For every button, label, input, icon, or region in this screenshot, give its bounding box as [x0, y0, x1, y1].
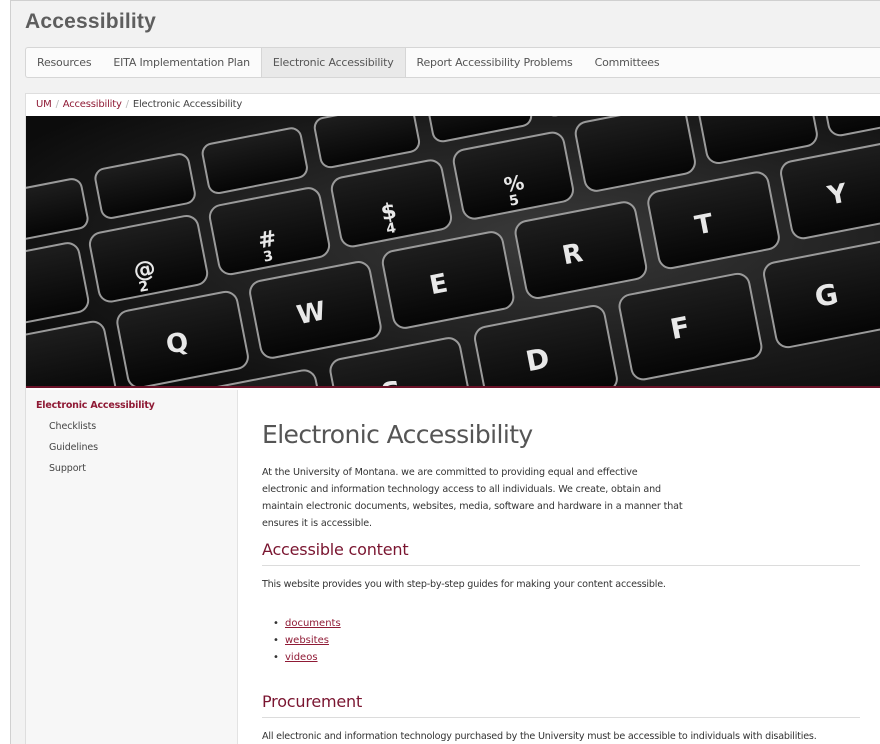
nav-item-eita-implementation-plan[interactable]: EITA Implementation Plan	[102, 48, 261, 77]
intro-line: electronic and information technology ac…	[262, 484, 661, 495]
browser-page: Accessibility Resources EITA Implementat…	[10, 0, 880, 744]
breadcrumb: UM / Accessibility / Electronic Accessibilit…	[36, 99, 242, 110]
sidebar: Electronic Accessibility Checklists Guid…	[26, 390, 238, 744]
bullet-icon: •	[273, 652, 279, 663]
site-title[interactable]: Accessibility	[25, 10, 156, 34]
intro-line: ensures it is accessible.	[262, 518, 372, 529]
bullet-icon: •	[273, 635, 279, 646]
link-documents[interactable]: documents	[285, 618, 341, 629]
section-heading-procurement: Procurement	[262, 692, 860, 718]
accessible-content-paragraph: This website provides you with step-by-s…	[262, 579, 666, 590]
page-title: Electronic Accessibility	[262, 420, 533, 449]
nav-item-resources[interactable]: Resources	[26, 48, 102, 77]
intro-line: At the University of Montana. we are com…	[262, 467, 638, 478]
link-videos[interactable]: videos	[285, 652, 318, 663]
procurement-paragraph: All electronic and information technolog…	[262, 731, 817, 742]
section-heading-accessible-content: Accessible content	[262, 540, 860, 566]
list-item: • websites	[273, 632, 341, 649]
main-navigation: Resources EITA Implementation Plan Elect…	[25, 47, 880, 78]
breadcrumb-separator: /	[125, 99, 129, 110]
link-websites[interactable]: websites	[285, 635, 329, 646]
content-guides-list: • documents • websites • videos	[273, 615, 341, 666]
sidebar-item-support[interactable]: Support	[49, 463, 86, 474]
list-item: • videos	[273, 649, 341, 666]
intro-paragraph: At the University of Montana. we are com…	[262, 464, 722, 532]
sidebar-heading-electronic-accessibility[interactable]: Electronic Accessibility	[36, 400, 155, 411]
sidebar-item-checklists[interactable]: Checklists	[49, 421, 96, 432]
nav-item-electronic-accessibility[interactable]: Electronic Accessibility	[260, 48, 406, 77]
list-item: • documents	[273, 615, 341, 632]
breadcrumb-link-um[interactable]: UM	[36, 99, 52, 110]
breadcrumb-current: Electronic Accessibility	[132, 99, 243, 110]
svg-text:W: W	[294, 296, 328, 331]
bullet-icon: •	[273, 618, 279, 629]
breadcrumb-link-accessibility[interactable]: Accessibility	[63, 99, 122, 110]
nav-item-committees[interactable]: Committees	[584, 48, 671, 77]
breadcrumb-separator: /	[55, 99, 59, 110]
nav-item-report-accessibility-problems[interactable]: Report Accessibility Problems	[406, 48, 584, 77]
content-panel: UM / Accessibility / Electronic Accessibilit…	[25, 93, 880, 744]
sidebar-item-guidelines[interactable]: Guidelines	[49, 442, 98, 453]
intro-line: maintain electronic documents, websites,…	[262, 501, 683, 512]
hero-banner: @ 2 # 3 $ 4 % 5 Q W E R T Y A S D	[26, 116, 880, 388]
keyboard-photo-icon: @ 2 # 3 $ 4 % 5 Q W E R T Y A S D	[26, 116, 880, 386]
